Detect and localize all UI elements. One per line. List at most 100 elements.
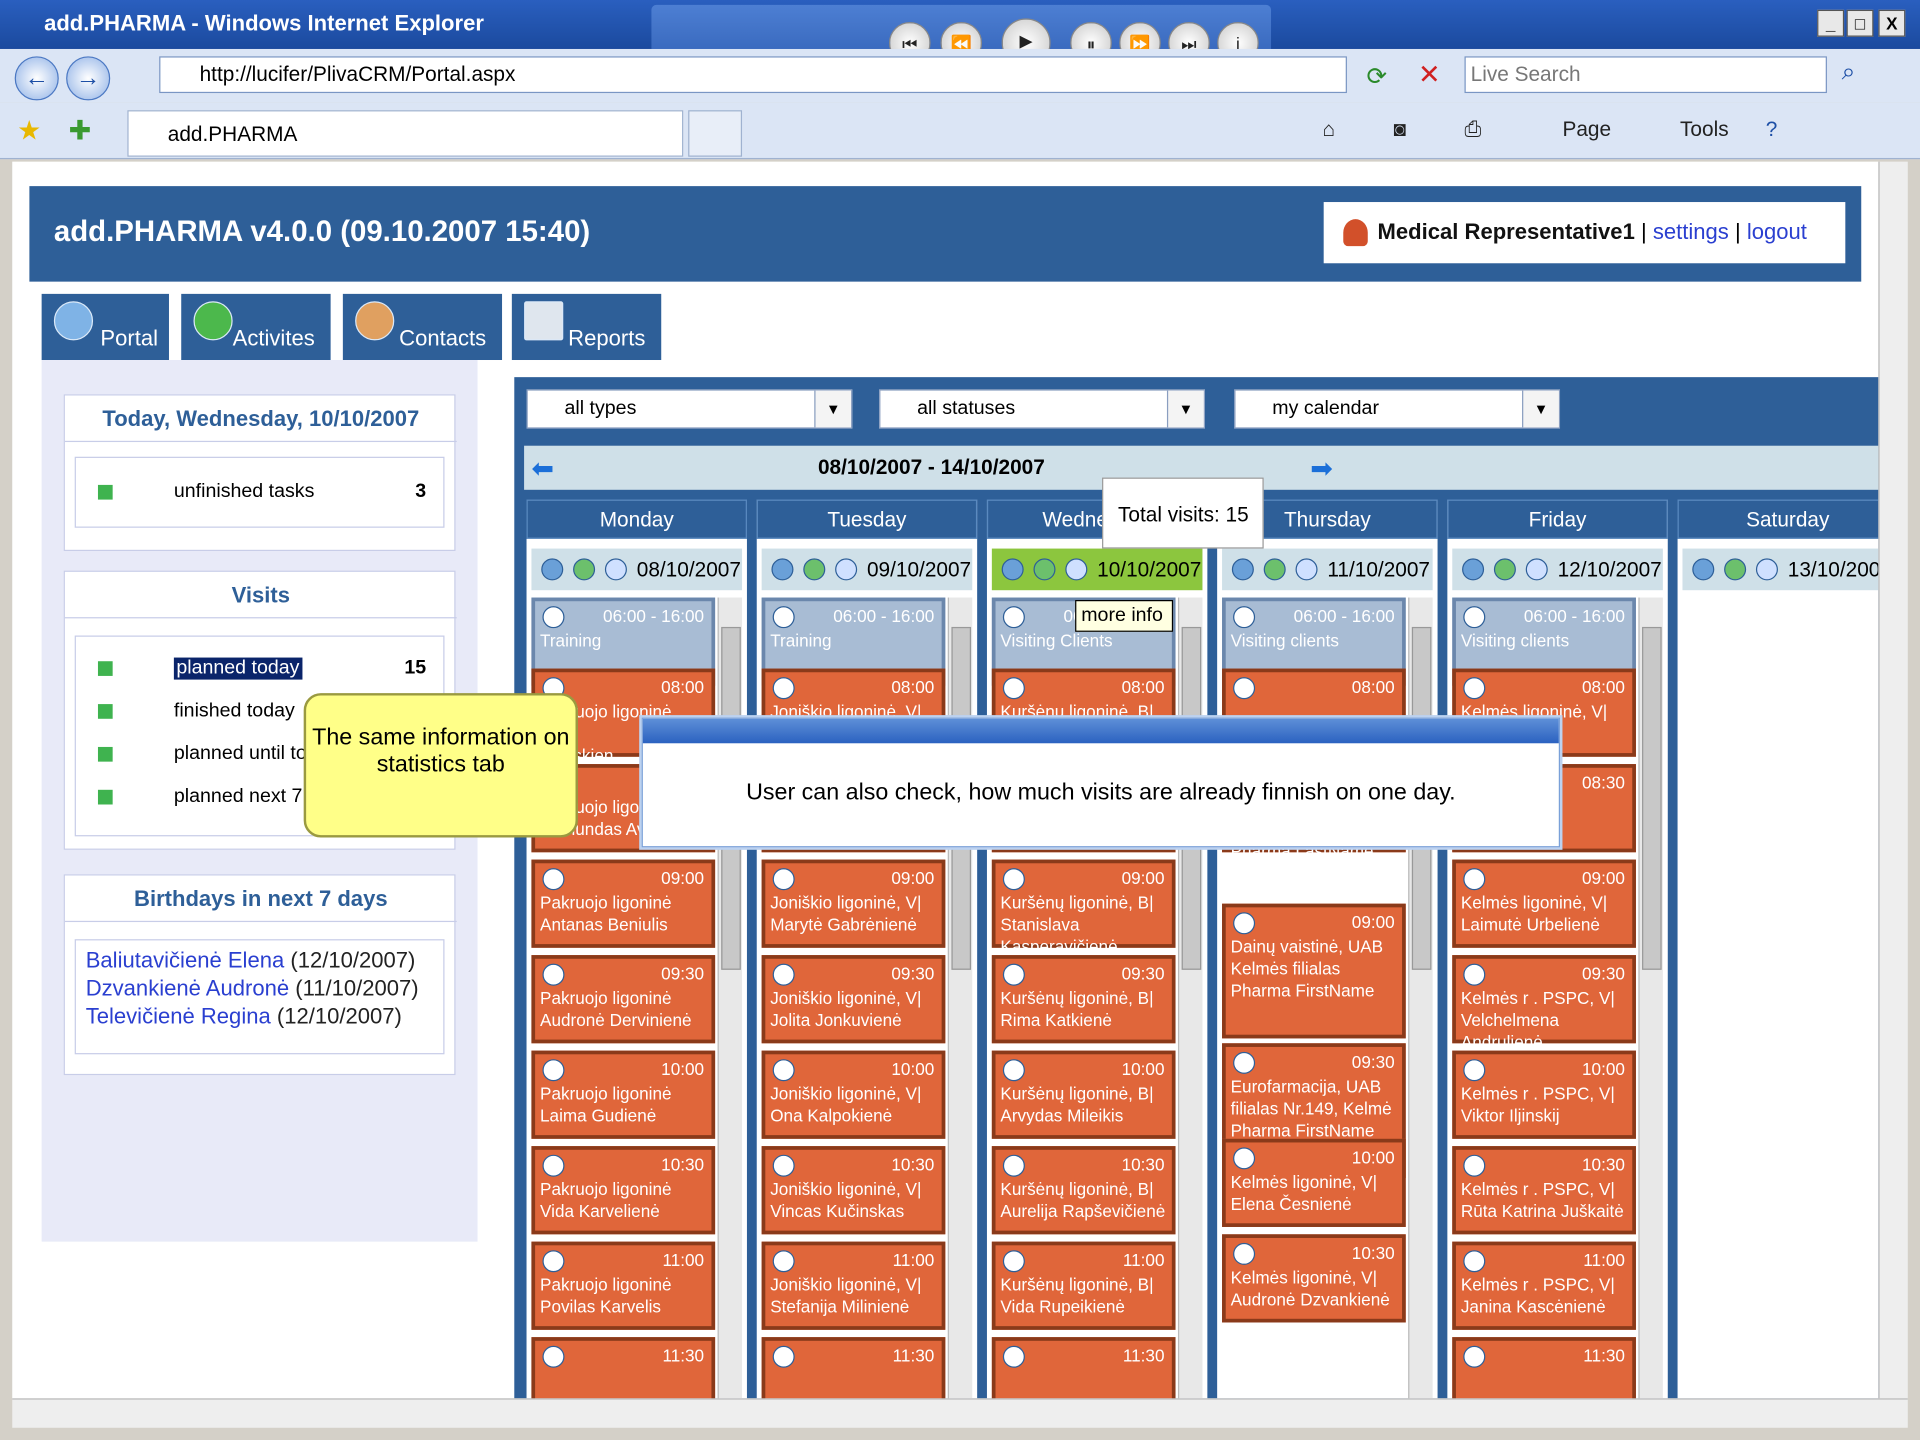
tools-menu[interactable]: Tools [1680, 118, 1729, 142]
chevron-down-icon[interactable]: ▼ [814, 390, 852, 428]
tab-reports[interactable]: Reports [511, 293, 662, 361]
visit-event[interactable]: 09:00 Pakruojo ligoninė Antanas Beniulis [531, 859, 716, 948]
help-icon[interactable]: ? [1766, 118, 1778, 142]
birthday-name[interactable]: Televičienė Regina [86, 1004, 271, 1028]
clock-icon [772, 677, 795, 700]
visit-event[interactable]: 10:00 Pakruojo ligoninė Laima Gudienė [531, 1050, 716, 1139]
tab-portal[interactable]: Portal [41, 293, 169, 361]
add-visit-icon[interactable] [1724, 558, 1747, 581]
event-time: 06:00 - 16:00 [833, 606, 935, 626]
refresh-day-icon[interactable] [1462, 558, 1485, 581]
clock-icon [1463, 1059, 1486, 1082]
refresh-icon[interactable]: ⟳ [1367, 61, 1388, 92]
calendar-select[interactable]: my calendar ▼ [1234, 389, 1561, 429]
visit-event[interactable]: 10:30 Pakruojo ligoninė Vida Karvelienė [531, 1146, 716, 1235]
birthday-name[interactable]: Baliutavičienė Elena [86, 948, 285, 972]
back-icon[interactable]: ← [14, 56, 59, 101]
visit-event[interactable]: 11:30 [761, 1337, 946, 1399]
stop-icon[interactable]: ✕ [1418, 59, 1441, 91]
comment-icon[interactable] [1065, 558, 1088, 581]
birthday-name[interactable]: Dzvankienė Audronė [86, 976, 289, 1000]
visit-event[interactable]: 09:30 Kelmės r . PSPC, V| Velchelmena Andru… [1452, 955, 1636, 1052]
list-item[interactable]: unfinished tasks 3 [76, 473, 443, 515]
visit-event[interactable]: 09:30 Kuršėnų ligoninė, B| Rima Katkienė [991, 955, 1176, 1044]
birthday-item[interactable]: Baliutavičienė Elena (12/10/2007) [86, 948, 416, 974]
prev-week-icon[interactable]: ⬅ [531, 453, 554, 485]
refresh-day-icon[interactable] [1692, 558, 1715, 581]
add-favorite-icon[interactable]: ✚ [69, 115, 92, 147]
visit-event[interactable]: 09:30 Pakruojo ligoninė Audronė Dervinienė [531, 955, 716, 1044]
visit-event[interactable]: 11:00 Kelmės r . PSPC, V| Janina Kascėnien… [1452, 1241, 1636, 1330]
visit-event[interactable]: 10:30 Kelmės r . PSPC, V| Rūta Katrina Juš… [1452, 1146, 1636, 1235]
visit-event[interactable]: 09:00 Dainų vaistinė, UAB Kelmės filialas P… [1222, 903, 1406, 1039]
list-item[interactable]: planned today 15 [76, 649, 443, 691]
logout-link[interactable]: logout [1747, 219, 1807, 243]
visit-event[interactable]: 10:00 Kelmės ligoninė, V| Elena Česnienė [1222, 1138, 1406, 1227]
close-button[interactable]: X [1878, 9, 1906, 37]
chevron-down-icon[interactable]: ▼ [1166, 390, 1204, 428]
minimize-button[interactable]: _ [1817, 9, 1845, 37]
visit-event[interactable]: 11:00 Pakruojo ligoninė Povilas Karvelis [531, 1241, 716, 1330]
tab-contacts[interactable]: Contacts [342, 293, 503, 361]
browser-tab[interactable]: add.PHARMA [127, 110, 684, 157]
maximize-button[interactable]: □ [1846, 9, 1874, 37]
visit-event[interactable]: 10:00 Kuršėnų ligoninė, B| Arvydas Mileiki… [991, 1050, 1176, 1139]
search-icon[interactable]: ⌕ [1842, 59, 1856, 87]
print-icon[interactable]: ⎙ [1465, 118, 1482, 142]
comment-icon[interactable] [604, 558, 627, 581]
vertical-scrollbar[interactable] [1878, 161, 1908, 1399]
visit-event[interactable]: 11:00 Joniškio ligoninė, V| Stefanija Mili… [761, 1241, 946, 1330]
refresh-day-icon[interactable] [1231, 558, 1254, 581]
visit-event[interactable]: 09:00 Joniškio ligoninė, V| Marytė Gabrėni… [761, 859, 946, 948]
visit-event[interactable]: 11:30 [531, 1337, 716, 1399]
refresh-day-icon[interactable] [1001, 558, 1024, 581]
horizontal-scrollbar[interactable] [12, 1398, 1908, 1428]
add-visit-icon[interactable] [803, 558, 826, 581]
visit-event[interactable]: 11:30 [1452, 1337, 1636, 1399]
event-line: Kelmės ligoninė, V| [1460, 892, 1608, 913]
event-time: 09:00 [1351, 912, 1395, 932]
add-visit-icon[interactable] [1493, 558, 1516, 581]
feeds-icon[interactable]: ◙ [1393, 118, 1406, 142]
status-select[interactable]: all statuses ▼ [879, 389, 1205, 429]
item-label: planned until to [173, 743, 307, 765]
new-tab-button[interactable] [688, 110, 743, 157]
visit-event[interactable]: 09:30 Joniškio ligoninė, V| Jolita Jonkuvi… [761, 955, 946, 1044]
page-menu[interactable]: Page [1562, 118, 1611, 142]
add-visit-icon[interactable] [573, 558, 596, 581]
search-input[interactable]: Live Search [1464, 56, 1827, 94]
favorites-star-icon[interactable]: ★ [17, 115, 41, 147]
visit-event[interactable]: 10:00 Kelmės r . PSPC, V| Viktor Iljinskij [1452, 1050, 1636, 1139]
visit-event[interactable]: 10:30 Kelmės ligoninė, V| Audronė Dzvankie… [1222, 1234, 1406, 1323]
visit-event[interactable]: 10:30 Kuršėnų ligoninė, B| Aurelija Rapšev… [991, 1146, 1176, 1235]
visit-event[interactable]: 09:00 Kelmės ligoninė, V| Laimutė Urbelien… [1452, 859, 1636, 948]
settings-link[interactable]: settings [1653, 219, 1729, 243]
visit-event[interactable]: 10:30 Joniškio ligoninė, V| Vincas Kučinsk… [761, 1146, 946, 1235]
comment-icon[interactable] [1525, 558, 1548, 581]
chevron-down-icon[interactable]: ▼ [1522, 390, 1559, 428]
birthday-item[interactable]: Dzvankienė Audronė (11/10/2007) [86, 976, 419, 1002]
comment-icon[interactable] [835, 558, 858, 581]
tab-activities[interactable]: Activites [181, 293, 331, 361]
add-visit-icon[interactable] [1033, 558, 1056, 581]
url-field[interactable]: http://lucifer/PlivaCRM/Portal.aspx [159, 56, 1347, 94]
next-week-icon[interactable]: ➡ [1310, 453, 1333, 485]
visit-event[interactable]: 11:30 [991, 1337, 1176, 1399]
select-value: all types [564, 397, 637, 419]
visit-event[interactable]: 10:00 Joniškio ligoninė, V| Ona Kalpokienė [761, 1050, 946, 1139]
day-scrollbar[interactable] [1638, 597, 1663, 1399]
comment-icon[interactable] [1295, 558, 1318, 581]
visit-event[interactable]: 11:00 Kuršėnų ligoninė, B| Vida Rupeikienė [991, 1241, 1176, 1330]
birthday-item[interactable]: Televičienė Regina (12/10/2007) [86, 1004, 402, 1030]
add-visit-icon[interactable] [1263, 558, 1286, 581]
clock-icon [1233, 1147, 1256, 1170]
home-icon[interactable]: ⌂ [1322, 118, 1335, 142]
comment-icon[interactable] [1755, 558, 1778, 581]
refresh-day-icon[interactable] [771, 558, 794, 581]
type-select[interactable]: all types ▼ [526, 389, 853, 429]
refresh-day-icon[interactable] [541, 558, 564, 581]
forward-icon[interactable]: → [66, 56, 111, 101]
birthday-date: (11/10/2007) [295, 975, 419, 1001]
visit-event[interactable]: 09:00 Kuršėnų ligoninė, B| Stanislava Kaspe… [991, 859, 1176, 956]
scroll-thumb[interactable] [1642, 626, 1662, 970]
